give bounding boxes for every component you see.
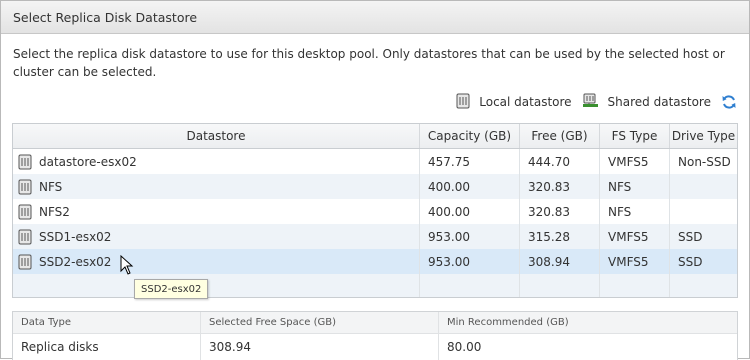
datastore-name: datastore-esx02 — [39, 154, 137, 169]
datastore-name: SSD2-esx02 — [39, 254, 112, 269]
datastore-name: NFS — [39, 179, 63, 194]
table-row[interactable]: NFS2 400.00 320.83 NFS — [13, 199, 737, 224]
mouse-pointer-icon — [120, 254, 134, 275]
capacity-cell: 457.75 — [420, 149, 520, 174]
local-datastore-icon — [17, 254, 33, 270]
free-cell: 320.83 — [520, 174, 600, 199]
table-row-empty — [13, 274, 737, 297]
column-header-capacity[interactable]: Capacity (GB) — [420, 124, 520, 148]
local-datastore-icon — [17, 229, 33, 245]
free-cell: 444.70 — [520, 149, 600, 174]
summary-table: Data Type Selected Free Space (GB) Min R… — [12, 311, 738, 360]
shared-datastore-label: Shared datastore — [607, 95, 711, 109]
summary-header-min-recommended: Min Recommended (GB) — [447, 317, 569, 328]
local-datastore-icon — [17, 154, 33, 170]
capacity-cell: 400.00 — [420, 174, 520, 199]
fs-type-cell: VMFS5 — [600, 249, 670, 274]
fs-type-cell: VMFS5 — [600, 224, 670, 249]
free-cell: 315.28 — [520, 224, 600, 249]
free-cell: 320.83 — [520, 199, 600, 224]
summary-data-type-value: Replica disks — [13, 334, 201, 360]
summary-header-data-type: Data Type — [13, 312, 201, 333]
dialog-title-bar[interactable]: Select Replica Disk Datastore — [1, 1, 749, 34]
column-header-drive-type[interactable]: Drive Type — [670, 124, 737, 148]
drive-type-cell — [670, 199, 737, 224]
summary-header-selected-free-space: Selected Free Space (GB) — [201, 312, 439, 333]
local-datastore-icon — [17, 179, 33, 195]
column-header-fs-type[interactable]: FS Type — [600, 124, 670, 148]
datastore-legend: Local datastore Shared datastore — [445, 93, 737, 111]
select-replica-disk-datastore-dialog: Select Replica Disk Datastore Select the… — [0, 0, 750, 360]
fs-type-cell: NFS — [600, 199, 670, 224]
summary-min-recommended-value: 80.00 — [447, 340, 482, 354]
capacity-cell: 953.00 — [420, 224, 520, 249]
local-datastore-label: Local datastore — [479, 95, 572, 109]
dialog-description: Select the replica disk datastore to use… — [13, 47, 725, 79]
table-header: Datastore Capacity (GB) Free (GB) FS Typ… — [13, 124, 737, 149]
table-row[interactable]: SSD1-esx02 953.00 315.28 VMFS5 SSD — [13, 224, 737, 249]
drive-type-cell — [670, 174, 737, 199]
table-row[interactable]: datastore-esx02 457.75 444.70 VMFS5 Non-… — [13, 149, 737, 174]
fs-type-cell: NFS — [600, 174, 670, 199]
column-header-free[interactable]: Free (GB) — [520, 124, 600, 148]
free-cell: 308.94 — [520, 249, 600, 274]
capacity-cell: 400.00 — [420, 199, 520, 224]
dialog-title: Select Replica Disk Datastore — [13, 10, 198, 25]
datastore-name: NFS2 — [39, 204, 70, 219]
column-header-datastore[interactable]: Datastore — [13, 124, 420, 148]
drive-type-cell: Non-SSD — [678, 154, 731, 169]
local-datastore-icon — [455, 93, 471, 112]
drive-type-cell: SSD — [678, 229, 703, 244]
capacity-cell: 953.00 — [420, 249, 520, 274]
local-datastore-icon — [17, 204, 33, 220]
table-row[interactable]: NFS 400.00 320.83 NFS — [13, 174, 737, 199]
fs-type-cell: VMFS5 — [600, 149, 670, 174]
summary-selected-free-space-value: 308.94 — [201, 334, 439, 360]
drive-type-cell: SSD — [678, 254, 703, 269]
datastore-name: SSD1-esx02 — [39, 229, 112, 244]
datastore-tooltip: SSD2-esx02 — [134, 279, 209, 299]
refresh-icon[interactable] — [721, 94, 737, 110]
shared-datastore-icon — [582, 93, 600, 112]
